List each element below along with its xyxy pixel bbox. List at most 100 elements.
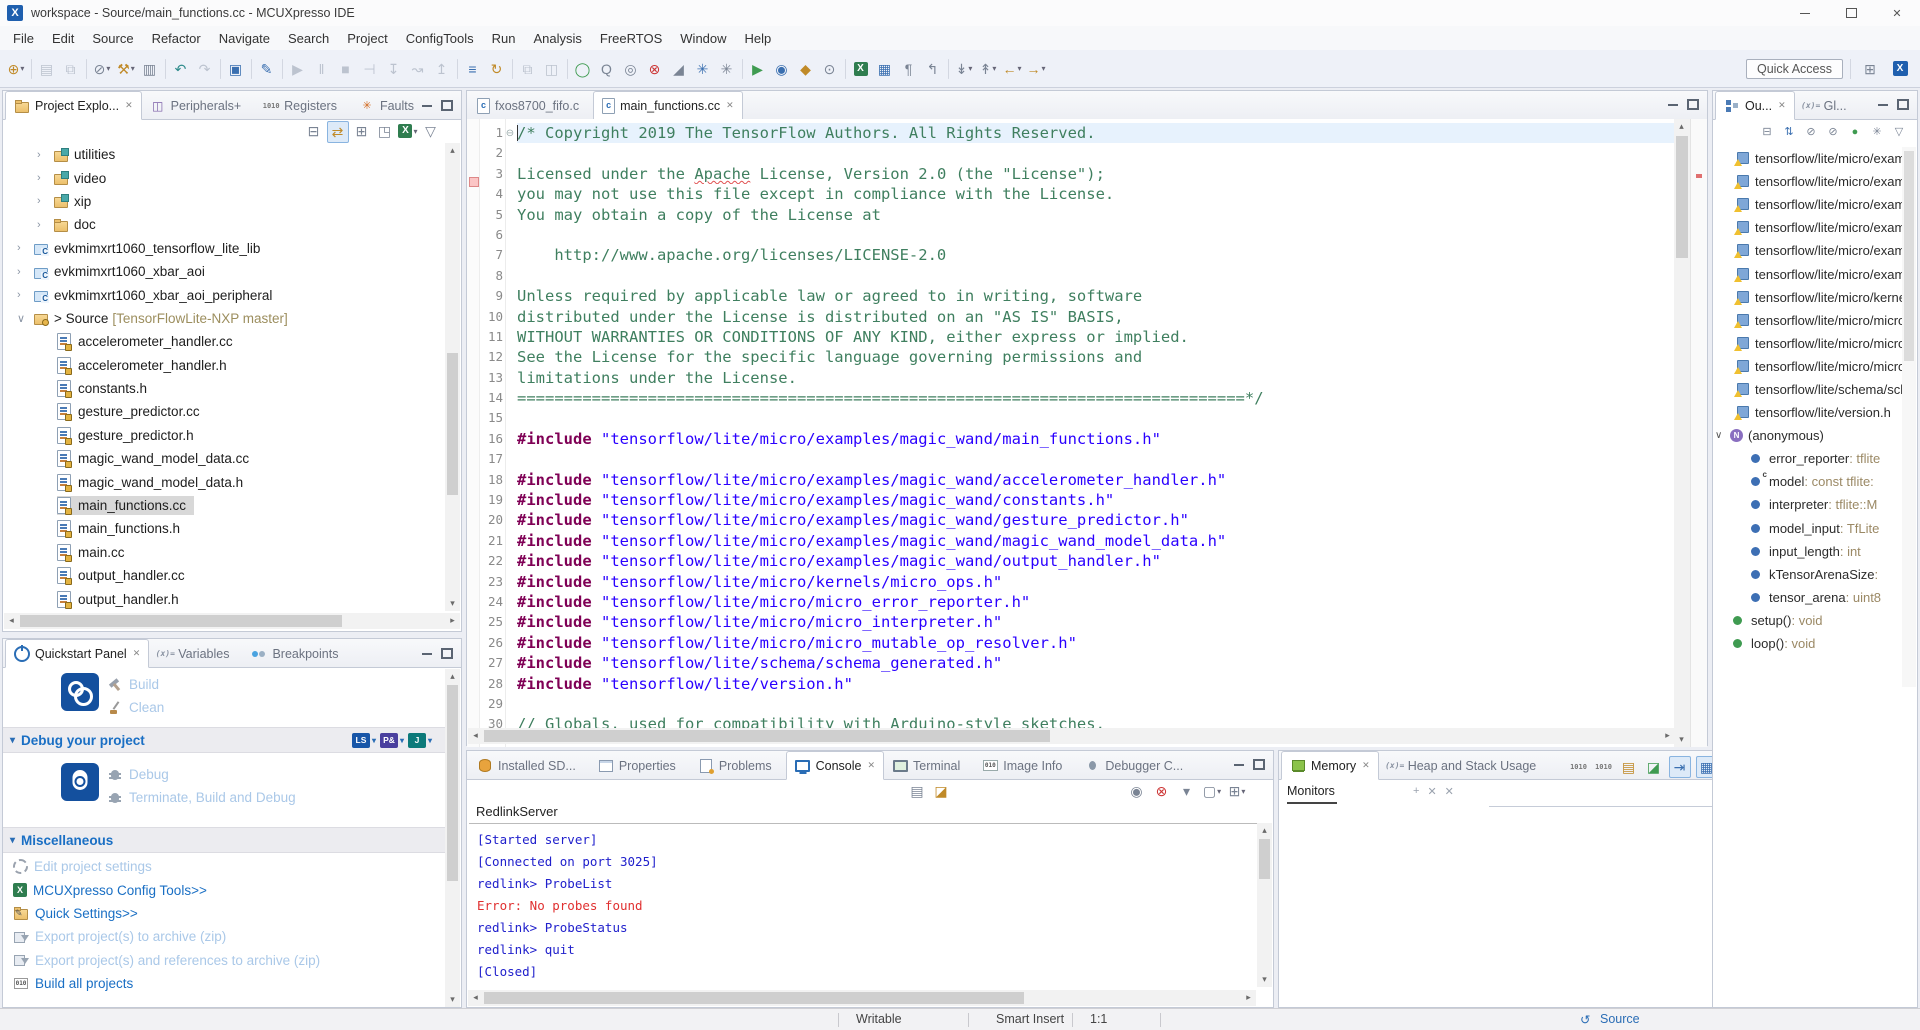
forward-icon[interactable]: → ▾ (1024, 57, 1048, 81)
step-into-icon[interactable]: ↧ (382, 57, 406, 81)
scrollbar-thumb[interactable] (1676, 136, 1688, 258)
collapse-section-icon[interactable]: ▾ (10, 835, 15, 846)
maximize-window-button[interactable] (1828, 0, 1874, 26)
hide-inactive-icon[interactable]: ✳ (1867, 122, 1887, 142)
tree-item[interactable]: accelerometer_handler.h (3, 354, 446, 377)
tree-item[interactable]: › evkmimxrt1060_tensorflow_lite_lib (3, 237, 446, 260)
instruction-stepping-icon[interactable]: ≡ (461, 57, 485, 81)
outline-item[interactable]: setup() : void (1713, 609, 1903, 632)
new-memory-monitor-icon[interactable]: ▤ (1619, 757, 1639, 777)
outline-item[interactable]: tensorflow/lite/micro/examples/magic_wan… (1713, 262, 1903, 285)
tree-item[interactable]: output_handler.h (3, 587, 446, 610)
menu-item[interactable]: Run (483, 26, 525, 50)
quickstart-link[interactable]: Build (107, 673, 164, 696)
target-icon[interactable]: ◎ (619, 57, 643, 81)
tree-item[interactable]: constants.h (3, 377, 446, 400)
quickstart-link[interactable]: Export project(s) to archive (zip) (13, 925, 433, 948)
tree-item[interactable]: › utilities (3, 143, 446, 166)
customize-view-icon[interactable]: ◳ (375, 121, 395, 141)
view-tab[interactable]: Variables (149, 640, 243, 667)
editor-tab[interactable]: main_functions.cc ✕ (593, 91, 743, 120)
menu-item[interactable]: Analysis (524, 26, 590, 50)
expand-arrow-icon[interactable]: › (37, 172, 53, 184)
outline-item[interactable]: model : const tflite: (1713, 470, 1903, 493)
display-selected-console-icon[interactable]: ▢ ▾ (1202, 781, 1222, 801)
maximize-view-icon[interactable] (441, 648, 453, 659)
tree-item[interactable]: magic_wand_model_data.cc (3, 447, 446, 470)
next-annotation-icon[interactable]: ↡ ▾ (952, 57, 976, 81)
quickstart-vertical-scrollbar[interactable]: ▴ ▾ (445, 669, 460, 1007)
expand-arrow-icon[interactable]: › (17, 242, 33, 254)
separator[interactable] (512, 59, 513, 79)
tree-item[interactable]: main_functions.cc (3, 494, 446, 517)
maximize-view-icon[interactable] (1687, 99, 1699, 110)
menu-item[interactable]: ConfigTools (397, 26, 483, 50)
console-menu-icon[interactable]: ▾ (1177, 781, 1197, 801)
link-target-icon[interactable]: ⊗ (643, 57, 667, 81)
open-terminal-icon[interactable]: ▣ (224, 57, 248, 81)
outline-item[interactable]: tensorflow/lite/micro/micro_interpreter.… (1713, 332, 1903, 355)
flag-icon[interactable]: ◢ (667, 57, 691, 81)
maximize-view-icon[interactable] (1253, 759, 1265, 770)
copy-trace-icon[interactable]: ⧉ (516, 57, 540, 81)
prev-annotation-icon[interactable]: ↟ ▾ (976, 57, 1000, 81)
open-element-icon[interactable]: ↰ (921, 57, 945, 81)
quiesce-icon[interactable]: Q (595, 57, 619, 81)
tree-item[interactable]: › xip (3, 190, 446, 213)
pin-plan-icon[interactable]: ▦ (873, 57, 897, 81)
expand-arrow-icon[interactable]: › (37, 149, 53, 161)
separator[interactable] (31, 59, 32, 79)
separator[interactable] (567, 59, 568, 79)
record-icon[interactable]: ◫ (540, 57, 564, 81)
expand-arrow-icon[interactable]: ∨ (1715, 430, 1730, 441)
quickstart-link[interactable]: Quick Settings>> (13, 902, 433, 925)
link-with-editor-icon[interactable]: ⇄ (327, 121, 349, 143)
view-tab[interactable]: Faults (351, 92, 428, 119)
scrollbar-thumb[interactable] (447, 353, 458, 495)
view-tab[interactable]: Problems (690, 752, 786, 779)
config-tools-toolbar-icon[interactable]: X (849, 57, 873, 81)
view-tab[interactable]: Breakpoints (243, 640, 352, 667)
pin-memory-icon[interactable]: ◪ (1644, 757, 1664, 777)
view-tab[interactable]: Ou... ✕ (1715, 91, 1795, 120)
close-tab-icon[interactable]: ✕ (125, 100, 133, 111)
close-tab-icon[interactable]: ✕ (133, 648, 141, 659)
queue-icon[interactable]: ◉ (770, 57, 794, 81)
menu-item[interactable]: Edit (43, 26, 83, 50)
back-icon[interactable]: ← ▾ (1000, 57, 1024, 81)
disconnect-icon[interactable]: ⊣ (358, 57, 382, 81)
quickstart-link[interactable]: Clean (107, 696, 164, 719)
quick-access-button[interactable]: Quick Access (1746, 59, 1843, 79)
add-monitor-icon[interactable]: + (1413, 785, 1419, 798)
scrollbar-thumb[interactable] (484, 992, 1024, 1004)
outline-item[interactable]: ∨ (anonymous) (1713, 424, 1903, 447)
toggle-monitors-pane-icon[interactable]: ⇥ (1669, 756, 1691, 778)
terminate-icon[interactable]: ■ (334, 57, 358, 81)
scrollbar-thumb[interactable] (447, 685, 458, 881)
open-console-icon[interactable]: ⊞ ▾ (1227, 781, 1247, 801)
quickstart-link[interactable]: Debug (107, 763, 296, 786)
thaw-icon[interactable]: ✳ (715, 57, 739, 81)
outline-item[interactable]: tensorflow/lite/micro/examples/magic_wan… (1713, 147, 1903, 170)
link-console-icon[interactable]: ⊗ (1152, 781, 1172, 801)
outline-item[interactable]: model_input : TfLite (1713, 517, 1903, 540)
skip-breakpoints-icon[interactable]: ⊘ ▾ (90, 57, 114, 81)
expand-arrow-icon[interactable]: ∨ (17, 312, 33, 325)
hide-static-icon[interactable]: ⊘ (1823, 122, 1843, 142)
swo-icon[interactable]: ◆ (794, 57, 818, 81)
suspend-icon[interactable]: ‖ (310, 57, 334, 81)
tree-item[interactable]: gesture_predictor.cc (3, 400, 446, 423)
focus-view-icon[interactable]: ⊞ (352, 121, 372, 141)
outline-item[interactable]: tensorflow/lite/schema/schema_generated.… (1713, 378, 1903, 401)
outline-item[interactable]: tensorflow/lite/micro/kernels/micro_ops.… (1713, 286, 1903, 309)
pin-console-icon[interactable]: ◉ (1127, 781, 1147, 801)
miscellaneous-header[interactable]: ▾ Miscellaneous (3, 827, 446, 853)
save-all-icon[interactable]: ⧉ (59, 57, 83, 81)
quickstart-link[interactable]: Build all projects (13, 972, 433, 995)
heap-monitor-icon[interactable]: ◯ (571, 57, 595, 81)
new-wizard-icon[interactable]: ⊕ ▾ (4, 57, 28, 81)
view-tab[interactable]: Image Info (974, 752, 1076, 779)
open-perspective-icon[interactable]: ⊞ (1858, 57, 1882, 81)
separator[interactable] (742, 59, 743, 79)
dropdown-arrow-icon[interactable]: ▾ (372, 736, 376, 745)
